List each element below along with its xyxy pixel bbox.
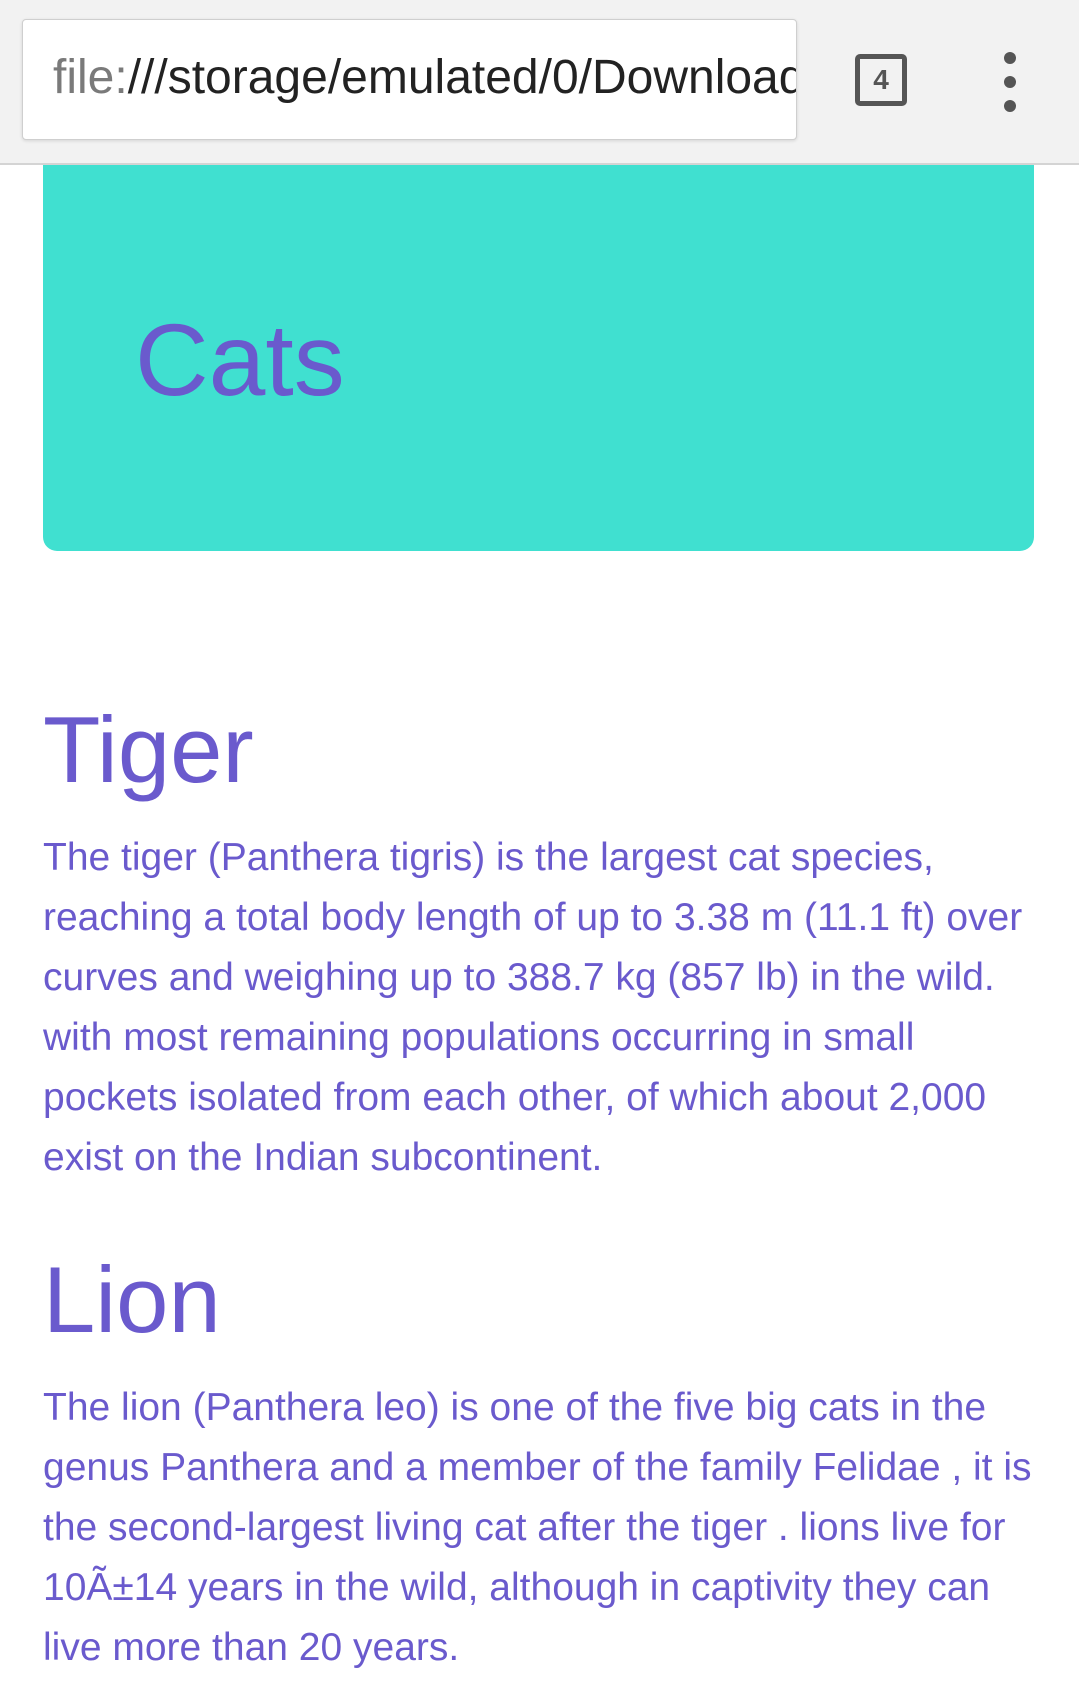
url-scheme: file: xyxy=(53,51,128,104)
menu-dot xyxy=(1004,100,1016,112)
section-text-tiger: The tiger (Panthera tigris) is the large… xyxy=(43,836,1023,1179)
page-title: Cats xyxy=(135,303,345,417)
section-heading-lion: Lion xyxy=(43,1247,221,1352)
more-vert-icon[interactable] xyxy=(990,52,1030,112)
address-bar[interactable]: file:///storage/emulated/0/Download/cats… xyxy=(22,19,797,140)
section-text-lion: The lion (Panthera leo) is one of the fi… xyxy=(43,1386,1032,1669)
url-path: ///storage/emulated/0/Download/cats.html xyxy=(127,51,797,104)
page-header-banner: Cats xyxy=(43,165,1034,551)
section-heading-tiger: Tiger xyxy=(43,697,254,802)
tab-count: 4 xyxy=(873,64,889,95)
menu-dot xyxy=(1004,76,1016,88)
tab-switcher-button[interactable]: 4 xyxy=(855,54,907,106)
menu-dot xyxy=(1004,52,1016,64)
url-text[interactable]: file:///storage/emulated/0/Download/cats… xyxy=(53,48,797,108)
browser-toolbar: file:///storage/emulated/0/Download/cats… xyxy=(0,0,1079,165)
